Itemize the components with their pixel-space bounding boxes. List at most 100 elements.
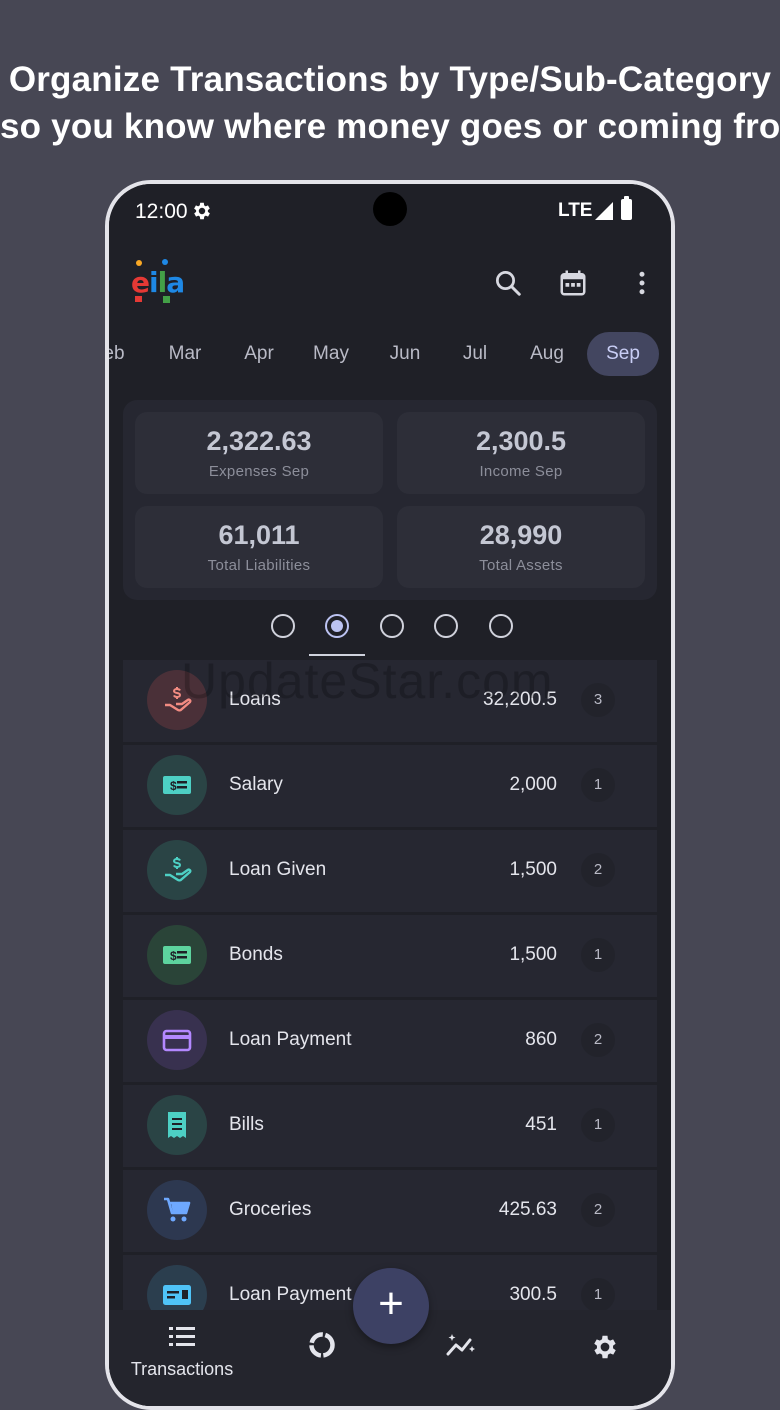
- page-dot[interactable]: [271, 614, 295, 638]
- month-tab[interactable]: Jun: [375, 332, 435, 376]
- assets-label: Total Assets: [479, 557, 563, 574]
- month-tab[interactable]: Aug: [517, 332, 577, 376]
- category-amount: 1,500: [509, 944, 557, 965]
- network-type: LTE: [558, 200, 593, 221]
- search-icon[interactable]: [493, 268, 523, 298]
- nav-transactions[interactable]: Transactions: [127, 1324, 237, 1380]
- liabilities-label: Total Liabilities: [207, 557, 311, 574]
- page-dot[interactable]: [380, 614, 404, 638]
- month-tab[interactable]: eb: [109, 332, 129, 376]
- money-bill-icon: $: [163, 946, 191, 964]
- page-indicator: [109, 614, 671, 654]
- category-row[interactable]: $ Salary 2,000 1: [123, 745, 657, 830]
- headline-line-2: so you know where money goes or coming f…: [0, 107, 780, 146]
- category-count-badge: 2: [581, 1023, 615, 1057]
- category-icon-wrap: [147, 1265, 207, 1310]
- expenses-card[interactable]: 2,322.63 Expenses Sep: [135, 412, 383, 494]
- expenses-value: 2,322.63: [206, 426, 312, 456]
- category-label: Salary: [229, 774, 283, 795]
- assets-card[interactable]: 28,990 Total Assets: [397, 506, 645, 588]
- category-icon-wrap: [147, 1180, 207, 1240]
- hand-dollar-icon: [165, 857, 192, 882]
- receipt-icon: [168, 1112, 186, 1138]
- category-amount: 1,500: [509, 859, 557, 880]
- page-dot-active[interactable]: [325, 614, 349, 638]
- category-row[interactable]: $ Bonds 1,500 1: [123, 915, 657, 1000]
- credit-card-icon: [162, 1029, 192, 1052]
- category-icon-wrap: [147, 1010, 207, 1070]
- month-tab[interactable]: May: [301, 332, 361, 376]
- month-tab[interactable]: Jul: [445, 332, 505, 376]
- app-logo: eila: [131, 256, 185, 306]
- category-label: Groceries: [229, 1199, 312, 1220]
- nav-settings[interactable]: [589, 1332, 621, 1367]
- category-icon-wrap: $: [147, 925, 207, 985]
- category-row[interactable]: Groceries 425.63 2: [123, 1170, 657, 1255]
- svg-text:$: $: [170, 949, 177, 963]
- headline-line-1: Organize Transactions by Type/Sub-Catego…: [8, 60, 772, 99]
- category-count-badge: 1: [581, 938, 615, 972]
- battery-icon: [621, 196, 632, 220]
- settings-status-icon: [194, 202, 210, 220]
- status-time: 12:00: [135, 200, 188, 223]
- category-icon-wrap: [147, 1095, 207, 1155]
- watermark: UpdateStar.com: [181, 653, 554, 709]
- nav-budget[interactable]: [305, 1330, 339, 1365]
- category-count-badge: 2: [581, 853, 615, 887]
- list-icon: [169, 1327, 195, 1346]
- month-selector: eb Mar Apr May Jun Jul Aug Sep: [109, 332, 671, 376]
- summary-panel: 2,322.63 Expenses Sep 2,300.5 Income Sep…: [123, 400, 657, 600]
- liabilities-card[interactable]: 61,011 Total Liabilities: [135, 506, 383, 588]
- category-label: Bonds: [229, 944, 283, 965]
- month-tab[interactable]: Apr: [229, 332, 289, 376]
- add-transaction-button[interactable]: +: [353, 1268, 429, 1344]
- headline: Organize Transactions by Type/Sub-Catego…: [0, 56, 780, 150]
- category-amount: 2,000: [509, 774, 557, 795]
- category-row[interactable]: Loan Payment 860 2: [123, 1000, 657, 1085]
- app-screen: 12:00 LTE eila eb Mar Apr May Jun Jul Au…: [109, 184, 671, 1406]
- nav-transactions-label: Transactions: [130, 1359, 234, 1379]
- category-amount: 425.63: [498, 1199, 557, 1220]
- expenses-label: Expenses Sep: [208, 463, 310, 480]
- category-count-badge: 1: [581, 768, 615, 802]
- income-card[interactable]: 2,300.5 Income Sep: [397, 412, 645, 494]
- liabilities-value: 61,011: [218, 520, 300, 550]
- id-card-icon: [163, 1285, 191, 1305]
- category-icon-wrap: $: [147, 755, 207, 815]
- category-amount: 451: [525, 1114, 557, 1135]
- category-label: Bills: [229, 1114, 264, 1135]
- month-tab[interactable]: Mar: [155, 332, 215, 376]
- phone-frame: 12:00 LTE eila eb Mar Apr May Jun Jul Au…: [105, 180, 675, 1410]
- category-icon-wrap: [147, 840, 207, 900]
- category-row[interactable]: Loan Given 1,500 2: [123, 830, 657, 915]
- category-label: Loan Payment: [229, 1284, 352, 1305]
- category-count-badge: 3: [581, 683, 615, 717]
- category-label: Loan Payment: [229, 1029, 352, 1050]
- svg-text:$: $: [170, 779, 177, 793]
- donut-chart-icon: [309, 1332, 335, 1358]
- money-bill-icon: $: [163, 776, 191, 794]
- page-dot[interactable]: [434, 614, 458, 638]
- more-vert-icon[interactable]: [627, 268, 657, 298]
- category-amount: 860: [525, 1029, 557, 1050]
- category-amount: 300.5: [509, 1284, 557, 1305]
- calendar-icon[interactable]: [558, 268, 588, 298]
- month-tab-selected[interactable]: Sep: [587, 332, 659, 376]
- category-count-badge: 2: [581, 1193, 615, 1227]
- page-dot[interactable]: [489, 614, 513, 638]
- nav-insights[interactable]: [445, 1332, 479, 1363]
- front-camera: [373, 192, 407, 226]
- income-label: Income Sep: [479, 463, 563, 480]
- logo-text: eila: [131, 266, 185, 299]
- trend-sparkle-icon: [446, 1334, 475, 1356]
- category-count-badge: 1: [581, 1108, 615, 1142]
- category-count-badge: 1: [581, 1278, 615, 1310]
- cart-icon: [164, 1197, 191, 1222]
- settings-icon: [594, 1335, 616, 1359]
- category-label: Loan Given: [229, 859, 327, 880]
- category-list: Loans 32,200.5 3 $ Salary 2,000 1 Loan G…: [123, 660, 657, 1310]
- category-row[interactable]: Bills 451 1: [123, 1085, 657, 1170]
- assets-value: 28,990: [479, 520, 563, 550]
- signal-icon: [595, 202, 613, 220]
- status-bar: 12:00 LTE: [109, 184, 671, 240]
